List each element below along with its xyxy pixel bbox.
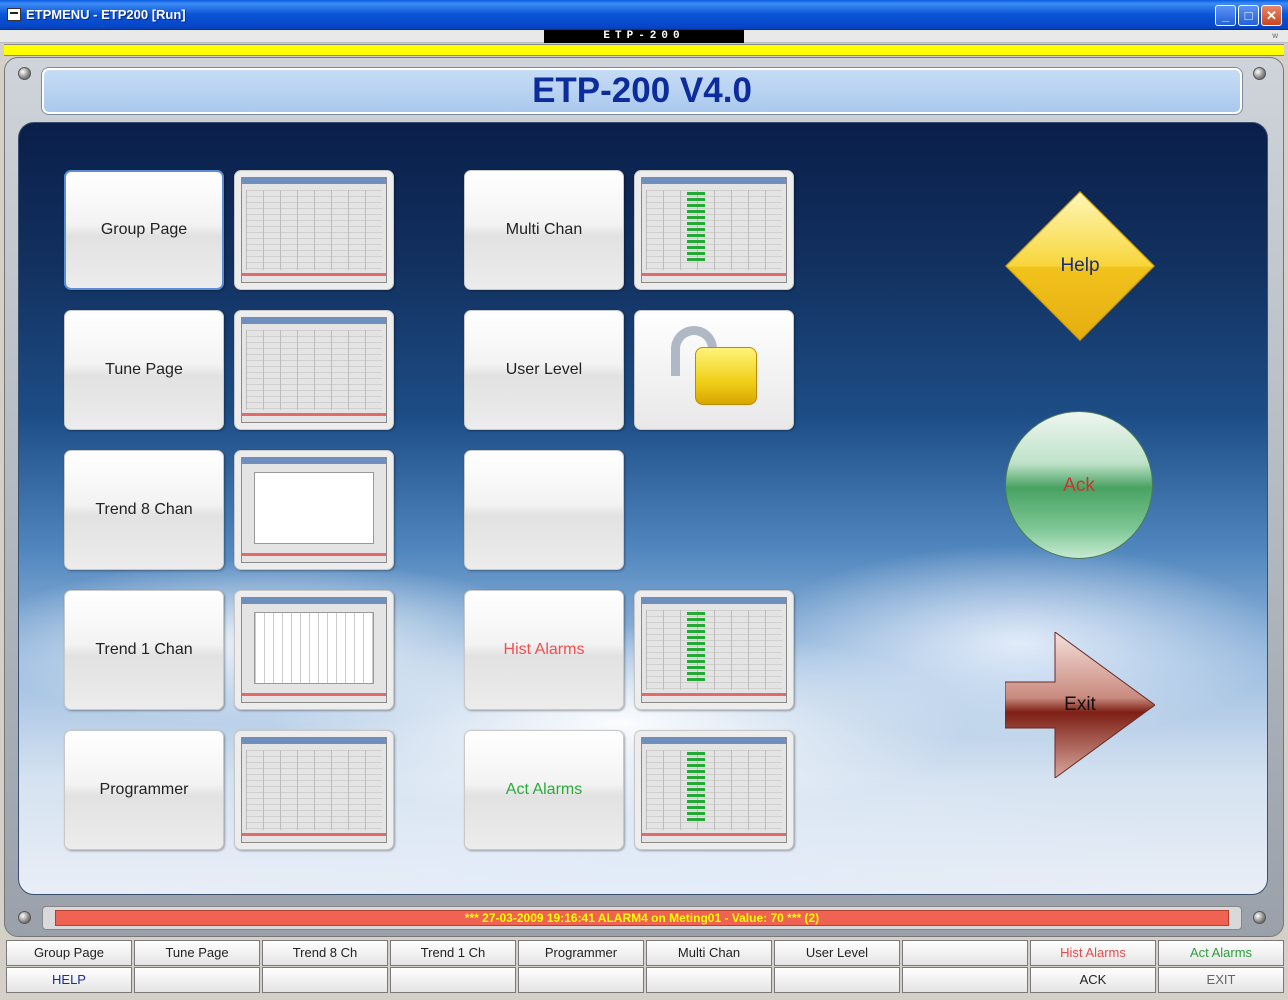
bottom-exit-button[interactable]: EXIT: [1158, 967, 1284, 993]
tune-page-thumbnail[interactable]: [234, 310, 394, 430]
bottom-empty-button[interactable]: [774, 967, 900, 993]
window-titlebar: ETPMENU - ETP200 [Run] _ □ ✕: [0, 0, 1288, 30]
trend-1-chan-thumbnail[interactable]: [234, 590, 394, 710]
exit-button[interactable]: Exit: [1004, 631, 1156, 779]
bottom-empty-button[interactable]: [518, 967, 644, 993]
bottom-button-grid: Group Page Tune Page Trend 8 Ch Trend 1 …: [6, 940, 1284, 998]
tune-page-button[interactable]: Tune Page: [64, 310, 224, 430]
act-alarms-thumbnail[interactable]: [634, 730, 794, 850]
user-level-lock[interactable]: [634, 310, 794, 430]
bottom-empty-button[interactable]: [390, 967, 516, 993]
trend-8-chan-button[interactable]: Trend 8 Chan: [64, 450, 224, 570]
help-button[interactable]: Help: [1005, 191, 1155, 341]
header-bar: ETP-200 V4.0: [42, 68, 1242, 114]
app-icon: [7, 8, 21, 21]
screw-icon: [1253, 67, 1266, 80]
multi-chan-button[interactable]: Multi Chan: [464, 170, 624, 290]
multi-chan-thumbnail[interactable]: [634, 170, 794, 290]
bottom-trend-1-ch-button[interactable]: Trend 1 Ch: [390, 940, 516, 966]
bottom-hist-alarms-button[interactable]: Hist Alarms: [1030, 940, 1156, 966]
screw-icon: [18, 67, 31, 80]
help-label: Help: [1060, 255, 1100, 276]
exit-label: Exit: [1064, 694, 1096, 715]
hist-alarms-button[interactable]: Hist Alarms: [464, 590, 624, 710]
top-right-mark: w: [1272, 31, 1278, 40]
top-strip: ETP-200 w: [0, 30, 1288, 43]
bottom-empty-button[interactable]: [262, 967, 388, 993]
bottom-ack-button[interactable]: ACK: [1030, 967, 1156, 993]
window-title: ETPMENU - ETP200 [Run]: [26, 7, 186, 22]
page-title: ETP-200 V4.0: [532, 71, 752, 110]
padlock-icon: [695, 347, 757, 405]
bottom-trend-8-ch-button[interactable]: Trend 8 Ch: [262, 940, 388, 966]
screw-icon: [1253, 911, 1266, 924]
group-page-button[interactable]: Group Page: [64, 170, 224, 290]
group-page-thumbnail[interactable]: [234, 170, 394, 290]
bottom-tune-page-button[interactable]: Tune Page: [134, 940, 260, 966]
bottom-multi-chan-button[interactable]: Multi Chan: [646, 940, 772, 966]
bottom-empty-button[interactable]: [902, 967, 1028, 993]
bottom-empty-button[interactable]: [134, 967, 260, 993]
minimize-button[interactable]: _: [1215, 5, 1236, 26]
trend-8-chan-thumbnail[interactable]: [234, 450, 394, 570]
user-level-button[interactable]: User Level: [464, 310, 624, 430]
maximize-button[interactable]: □: [1238, 5, 1259, 26]
trend-1-chan-button[interactable]: Trend 1 Chan: [64, 590, 224, 710]
yellow-strip: [4, 44, 1284, 56]
empty-button[interactable]: [464, 450, 624, 570]
bottom-empty-button[interactable]: [902, 940, 1028, 966]
programmer-button[interactable]: Programmer: [64, 730, 224, 850]
status-row: *** 27-03-2009 19:16:41 ALARM4 on Meting…: [42, 906, 1242, 930]
bottom-help-button[interactable]: HELP: [6, 967, 132, 993]
close-button[interactable]: ✕: [1261, 5, 1282, 26]
alarm-status-bar[interactable]: *** 27-03-2009 19:16:41 ALARM4 on Meting…: [55, 910, 1229, 926]
bottom-group-page-button[interactable]: Group Page: [6, 940, 132, 966]
act-alarms-button[interactable]: Act Alarms: [464, 730, 624, 850]
bottom-user-level-button[interactable]: User Level: [774, 940, 900, 966]
ack-button[interactable]: Ack: [1005, 411, 1153, 559]
hist-alarms-thumbnail[interactable]: [634, 590, 794, 710]
screw-icon: [18, 911, 31, 924]
bottom-empty-button[interactable]: [646, 967, 772, 993]
programmer-thumbnail[interactable]: [234, 730, 394, 850]
bottom-act-alarms-button[interactable]: Act Alarms: [1158, 940, 1284, 966]
bottom-programmer-button[interactable]: Programmer: [518, 940, 644, 966]
etp-tag: ETP-200: [544, 30, 744, 43]
